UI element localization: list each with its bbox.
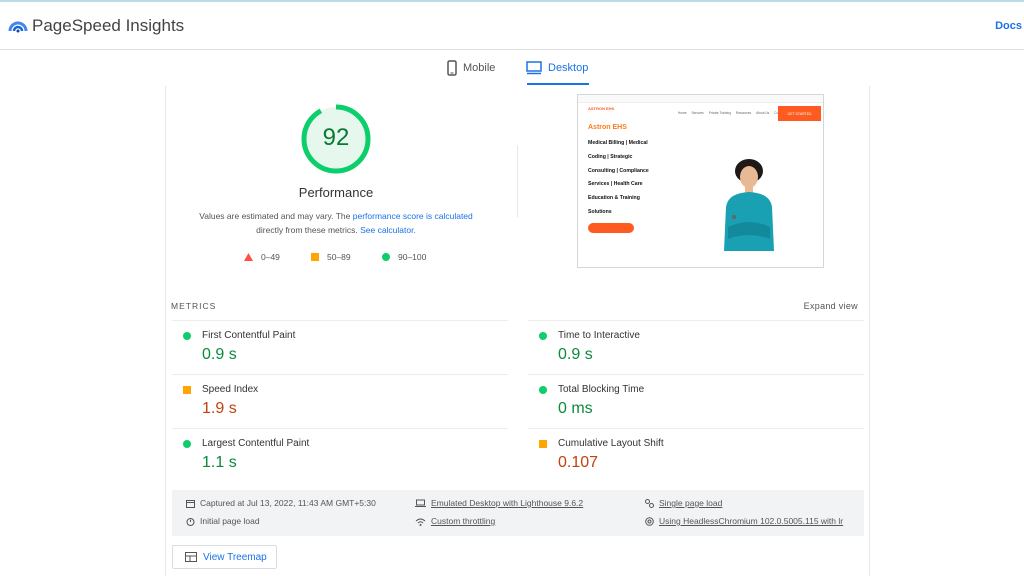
thumb-nav-item: Services (691, 111, 704, 115)
legend-poor-range: 0–49 (261, 252, 280, 262)
tab-mobile[interactable]: Mobile (447, 58, 495, 78)
runtime-initial-load: Initial page load (186, 516, 260, 526)
thumb-line: Medical Billing | Medical (588, 140, 648, 146)
thumb-line: Coding | Strategic (588, 153, 633, 160)
metric-name: Cumulative Layout Shift (558, 438, 664, 449)
runtime-settings: Captured at Jul 13, 2022, 11:43 AM GMT+5… (172, 490, 864, 536)
thumb-line: Solutions (588, 208, 612, 215)
view-treemap-label: View Treemap (203, 551, 267, 563)
circle-icon (382, 253, 390, 261)
good-circle-icon (183, 332, 191, 340)
thumb-cta-top: GET STARTED (778, 106, 821, 121)
metric-value: 1.1 s (202, 454, 237, 471)
average-square-icon (183, 386, 191, 394)
tab-desktop-label: Desktop (548, 62, 589, 74)
captured-text: Captured at Jul 13, 2022, 11:43 AM GMT+5… (200, 498, 376, 508)
thumb-nav-item: Home (678, 111, 687, 115)
legend-poor: 0–49 (244, 252, 280, 262)
metric-value: 1.9 s (202, 400, 237, 417)
runtime-single-page[interactable]: Single page load (645, 498, 722, 508)
thumb-nav-item: About Us (756, 111, 770, 115)
runtime-emulated[interactable]: Emulated Desktop with Lighthouse 9.6.2 (415, 498, 583, 508)
app-title[interactable]: PageSpeed Insights (32, 16, 184, 36)
runtime-captured: Captured at Jul 13, 2022, 11:43 AM GMT+5… (186, 498, 376, 508)
metric-name: First Contentful Paint (202, 330, 296, 341)
legend-good-range: 90–100 (398, 252, 427, 262)
good-circle-icon (539, 386, 547, 394)
thumb-brand: ASTRON EHS (588, 106, 615, 111)
good-circle-icon (539, 332, 547, 340)
vertical-divider (517, 145, 518, 217)
docs-link[interactable]: Docs (995, 20, 1022, 32)
metric-name: Total Blocking Time (558, 384, 645, 395)
treemap-icon (185, 552, 197, 562)
metric-value: 0.9 s (558, 346, 593, 363)
throttling-text: Custom throttling (431, 516, 496, 526)
thumb-topbar (578, 95, 823, 103)
performance-title: Performance (298, 185, 374, 200)
thumb-cta-button (588, 223, 634, 233)
doctor-illustration (724, 159, 774, 251)
score-calculated-link[interactable]: performance score is calculated (353, 211, 473, 221)
thumb-line: Consulting | Compliance (588, 167, 649, 174)
note-mid: directly from these metrics. (256, 225, 361, 235)
metric-tti: Time to Interactive 0.9 s (528, 320, 864, 374)
stopwatch-icon (186, 517, 195, 526)
metric-tbt: Total Blocking Time 0 ms (528, 374, 864, 428)
tab-mobile-label: Mobile (463, 62, 496, 74)
thumb-nav-item: Private Training (708, 111, 731, 115)
initial-load-text: Initial page load (200, 516, 260, 526)
good-circle-icon (183, 440, 191, 448)
runtime-throttling[interactable]: Custom throttling (415, 516, 495, 526)
square-icon (311, 253, 319, 261)
wifi-icon (415, 518, 426, 526)
laptop-icon (415, 499, 426, 507)
final-screenshot-thumbnail[interactable]: ASTRON EHS Home Services Private Trainin… (577, 94, 824, 268)
metric-name: Largest Contentful Paint (202, 438, 310, 449)
browser-icon (645, 516, 654, 526)
tab-desktop[interactable]: Desktop (526, 58, 588, 78)
view-treemap-button[interactable]: View Treemap (172, 545, 277, 569)
thumb-nav-item: Resources (735, 111, 752, 115)
expand-view-toggle[interactable]: Expand view (790, 301, 858, 311)
legend-good: 90–100 (382, 252, 426, 262)
score-note: Values are estimated and may vary. The p… (185, 209, 487, 237)
active-tab-indicator (527, 83, 589, 85)
runtime-browser[interactable]: Using HeadlessChromium 102.0.5005.115 wi… (645, 516, 843, 526)
thumb-lines: Medical Billing | Medical Coding | Strat… (588, 137, 683, 220)
metric-lcp: Largest Contentful Paint 1.1 s (172, 428, 508, 482)
browser-text: Using HeadlessChromium 102.0.5005.115 wi… (659, 516, 844, 526)
metric-name: Speed Index (202, 384, 259, 395)
single-page-text: Single page load (659, 498, 723, 508)
note-prefix: Values are estimated and may vary. The (199, 211, 353, 221)
legend-average-range: 50–89 (327, 252, 351, 262)
metric-value: 0 ms (558, 400, 593, 417)
triangle-icon (244, 253, 253, 261)
pagespeed-logo-icon[interactable] (8, 16, 28, 36)
device-tabs: Mobile Desktop (0, 50, 1024, 86)
thumb-line: Services | Health Care (588, 181, 643, 188)
thumb-heading: Astron EHS (588, 124, 627, 131)
nodes-icon (645, 498, 654, 508)
metric-speed-index: Speed Index 1.9 s (172, 374, 508, 428)
metric-fcp: First Contentful Paint 0.9 s (172, 320, 508, 374)
metric-name: Time to Interactive (558, 330, 640, 341)
metric-value: 0.9 s (202, 346, 237, 363)
calendar-icon (186, 499, 195, 508)
desktop-icon (526, 61, 542, 75)
thumb-nav: Home Services Private Training Resources… (678, 111, 785, 115)
see-calculator-link[interactable]: See calculator. (360, 225, 416, 235)
emulated-text: Emulated Desktop with Lighthouse 9.6.2 (431, 498, 584, 508)
metric-cls: Cumulative Layout Shift 0.107 (528, 428, 864, 482)
app-header: PageSpeed Insights Docs (0, 2, 1024, 50)
average-square-icon (539, 440, 547, 448)
thumb-line: Education & Training (588, 195, 640, 202)
legend-average: 50–89 (311, 252, 351, 262)
metric-value: 0.107 (558, 454, 599, 471)
performance-score-value: 92 (322, 124, 350, 151)
phone-icon (447, 60, 457, 76)
metrics-heading: METRICS (171, 301, 217, 311)
